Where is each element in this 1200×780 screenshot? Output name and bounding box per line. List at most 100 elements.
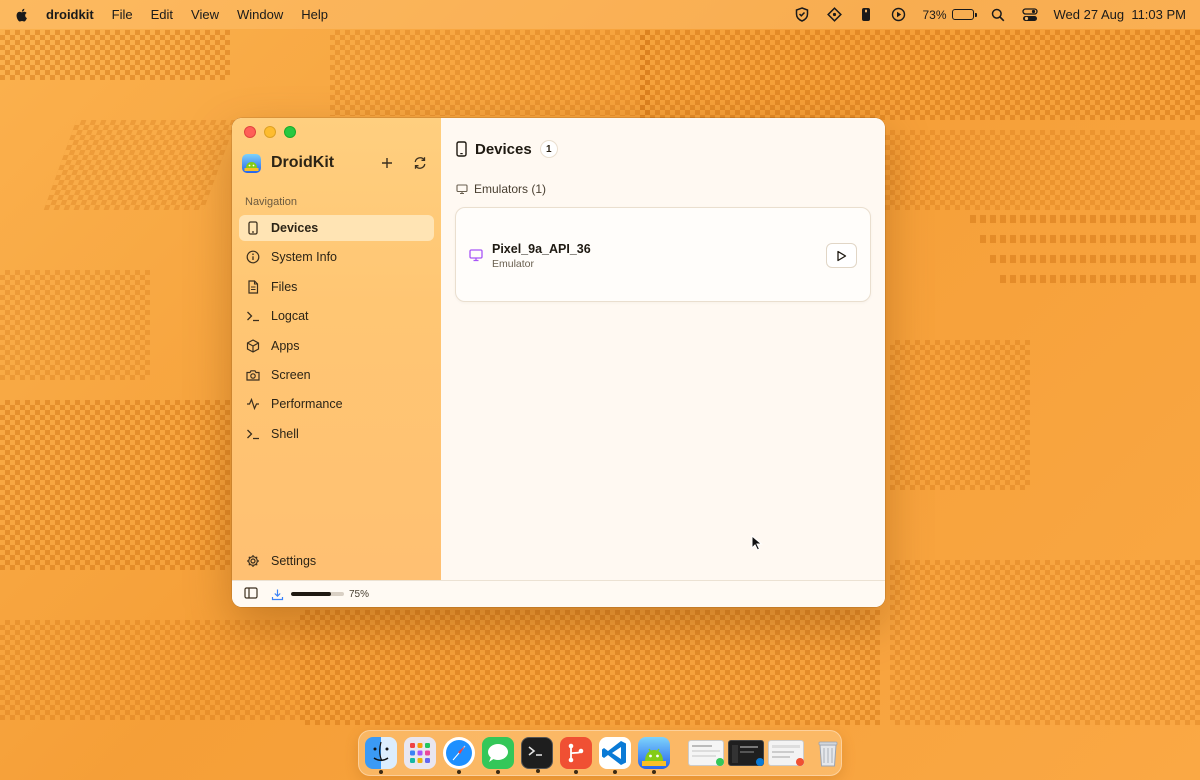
- wallpaper-pattern: [0, 30, 230, 80]
- smartphone-icon: [246, 221, 260, 235]
- sidebar-item-performance[interactable]: Performance: [239, 391, 434, 417]
- spotlight-search-icon[interactable]: [990, 7, 1006, 23]
- menu-window[interactable]: Window: [237, 7, 283, 22]
- menu-clock[interactable]: Wed 27 Aug 11:03 PM: [1054, 7, 1187, 22]
- dock-minimized-messages-window[interactable]: [688, 740, 724, 766]
- battery-percent: 73%: [922, 7, 947, 22]
- wallpaper-stripes: [990, 255, 1200, 263]
- device-name: Pixel_9a_API_36: [492, 242, 591, 256]
- page-title: Devices: [475, 140, 532, 158]
- wallpaper-pattern: [885, 130, 1200, 210]
- sidebar-item-label: System Info: [271, 250, 337, 265]
- download-progress-label: 75%: [349, 588, 370, 600]
- menu-help[interactable]: Help: [301, 7, 328, 22]
- sidebar-item-label: Devices: [271, 221, 319, 235]
- wallpaper-pattern: [0, 270, 150, 380]
- sidebar-item-label: Shell: [271, 426, 299, 441]
- git-diamond-icon[interactable]: [826, 7, 842, 23]
- wallpaper-pattern: [43, 120, 237, 210]
- sidebar-item-system-info[interactable]: System Info: [239, 244, 434, 270]
- refresh-button[interactable]: [410, 153, 430, 173]
- sidebar-item-label: Files: [271, 279, 298, 294]
- device-card[interactable]: Pixel_9a_API_36 Emulator: [455, 207, 871, 302]
- launch-emulator-button[interactable]: [826, 243, 857, 268]
- wallpaper-pattern: [640, 30, 1200, 120]
- wallpaper-pattern: [300, 610, 880, 725]
- menu-edit[interactable]: Edit: [151, 7, 173, 22]
- dock-messages-icon[interactable]: [482, 737, 514, 774]
- dock-terminal-icon[interactable]: [521, 737, 553, 773]
- package-icon: [246, 338, 260, 353]
- sidebar-item-devices[interactable]: Devices: [239, 215, 434, 241]
- wallpaper-pattern: [0, 620, 300, 720]
- download-progress-fill: [291, 592, 331, 596]
- play-circle-icon[interactable]: [890, 7, 906, 23]
- toggle-sidebar-icon[interactable]: [244, 587, 258, 601]
- download-icon: [271, 588, 284, 601]
- dock-minimized-git-window[interactable]: [768, 740, 804, 766]
- dock-trash-icon[interactable]: [812, 737, 844, 769]
- close-window-button[interactable]: [244, 126, 256, 138]
- gear-icon: [246, 554, 260, 568]
- wallpaper-pattern: [890, 340, 1030, 490]
- app-menu[interactable]: droidkit: [46, 7, 94, 22]
- dock-running-indicator: [574, 770, 578, 774]
- dock-minimized-vscode-window[interactable]: [728, 740, 764, 766]
- wallpaper-stripes: [970, 215, 1200, 223]
- menu-bar: droidkit File Edit View Window Help 73% …: [0, 0, 1200, 29]
- settings-section: Settings: [239, 548, 434, 577]
- sidebar: DroidKit Navigation Devices System Info …: [232, 118, 441, 580]
- dock-safari-icon[interactable]: [443, 737, 475, 774]
- download-progress-bar: [291, 592, 344, 596]
- wallpaper-stripes: [980, 235, 1200, 243]
- add-device-button[interactable]: [377, 153, 397, 173]
- minimize-window-button[interactable]: [264, 126, 276, 138]
- wallpaper-pattern: [330, 30, 650, 116]
- dock-droidkit-icon[interactable]: [638, 737, 670, 774]
- page-header: Devices 1: [456, 140, 558, 158]
- zoom-window-button[interactable]: [284, 126, 296, 138]
- shield-icon[interactable]: [794, 7, 810, 23]
- sidebar-item-apps[interactable]: Apps: [239, 333, 434, 359]
- menu-file[interactable]: File: [112, 7, 133, 22]
- dock-vscode-icon[interactable]: [599, 737, 631, 774]
- sidebar-item-label: Apps: [271, 338, 300, 353]
- device-count-badge: 1: [539, 140, 558, 158]
- refresh-icon: [414, 157, 426, 169]
- dock: [358, 730, 842, 776]
- dock-git-client-icon[interactable]: [560, 737, 592, 774]
- monitor-icon: [456, 183, 468, 195]
- dock-launchpad-icon[interactable]: [404, 737, 436, 769]
- status-bar: 75%: [232, 580, 885, 607]
- app-title: DroidKit: [271, 154, 335, 171]
- dock-running-indicator: [652, 770, 656, 774]
- sidebar-item-settings[interactable]: Settings: [239, 548, 434, 574]
- main-content: Devices 1 Emulators (1) Pixel_9a_API_36 …: [441, 118, 885, 580]
- window-controls: [244, 126, 296, 138]
- control-center-icon[interactable]: [1021, 7, 1038, 23]
- wallpaper-stripes: [1000, 275, 1200, 283]
- battery-status[interactable]: 73%: [922, 7, 977, 22]
- sidebar-nav: Devices System Info Files Logcat Apps Sc…: [239, 215, 434, 450]
- dock-running-indicator: [536, 769, 540, 773]
- smartphone-icon: [456, 141, 467, 157]
- dock-finder-icon[interactable]: [365, 737, 397, 774]
- activity-icon: [246, 397, 260, 411]
- menu-view[interactable]: View: [191, 7, 219, 22]
- sidebar-item-shell[interactable]: Shell: [239, 421, 434, 447]
- sidebar-item-logcat[interactable]: Logcat: [239, 303, 434, 329]
- terminal-icon: [246, 309, 260, 323]
- play-icon: [837, 250, 847, 261]
- app-header: DroidKit: [242, 152, 432, 174]
- sidebar-item-label: Performance: [271, 397, 343, 412]
- camera-icon: [246, 368, 260, 382]
- battery-icon: [951, 9, 977, 20]
- phone-device-icon[interactable]: [858, 7, 874, 23]
- dock-running-indicator: [496, 770, 500, 774]
- sidebar-item-screen[interactable]: Screen: [239, 362, 434, 388]
- apple-menu-icon[interactable]: [14, 7, 30, 23]
- sidebar-item-files[interactable]: Files: [239, 274, 434, 300]
- droidkit-logo-icon: [242, 153, 261, 173]
- wallpaper-pattern: [890, 560, 1200, 725]
- mouse-cursor-icon: [751, 535, 763, 551]
